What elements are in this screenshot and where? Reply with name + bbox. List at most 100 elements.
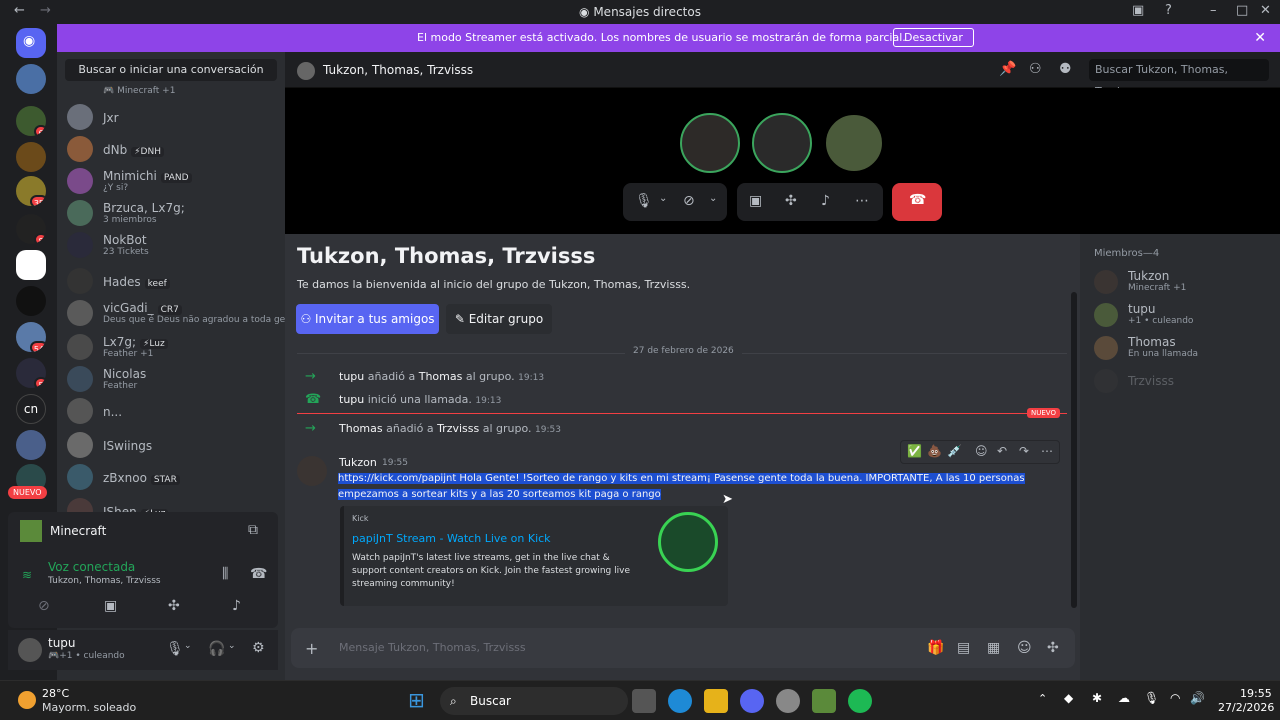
embed-thumbnail[interactable] <box>658 512 718 572</box>
message-author[interactable]: Tukzon <box>339 456 377 469</box>
new-unreads-pill[interactable]: NUEVO <box>8 486 47 499</box>
server-icon[interactable]: 8 <box>16 214 46 244</box>
voice-status[interactable]: Voz conectada <box>48 560 135 574</box>
dm-item[interactable]: NokBot 23 Tickets <box>67 230 277 262</box>
discord-taskbar-icon[interactable] <box>740 689 764 713</box>
check-reaction-icon[interactable]: ✅ <box>907 444 922 458</box>
server-icon[interactable]: 6 <box>16 106 46 136</box>
reply-icon[interactable]: ↶ <box>997 444 1007 458</box>
dm-item[interactable]: Jxr <box>67 102 277 134</box>
server-icon[interactable]: 54 <box>16 322 46 352</box>
chevron-up-icon[interactable]: ⌃ <box>1038 692 1047 705</box>
activities-icon[interactable]: ✣ <box>168 598 180 614</box>
server-icon[interactable] <box>16 142 46 172</box>
dm-item[interactable]: n... <box>67 396 277 428</box>
message-input[interactable]: + Mensaje Tukzon, Thomas, Trzvisss 🎁 ▤ ▦… <box>291 628 1075 668</box>
settings-gear-icon[interactable]: ⚙ <box>252 640 265 656</box>
sticker-icon[interactable]: ▦ <box>987 640 1000 656</box>
gift-icon[interactable]: 🎁 <box>927 640 944 656</box>
server-icon[interactable]: 5 <box>16 358 46 388</box>
add-attachment-icon[interactable]: + <box>305 639 318 658</box>
avatar[interactable] <box>297 456 327 486</box>
disable-streamer-button[interactable]: Desactivar <box>893 28 974 47</box>
dm-item[interactable]: Hades keef <box>67 266 277 298</box>
apps-icon[interactable]: ✣ <box>1047 640 1059 656</box>
soundboard-icon[interactable]: ♪ <box>232 598 241 614</box>
member-item[interactable]: Trzvisss <box>1094 367 1274 397</box>
minecraft-taskbar-icon[interactable] <box>812 689 836 713</box>
reaction-icon[interactable]: 💉 <box>947 444 962 458</box>
member-item[interactable]: tupu +1 • culeando <box>1094 301 1274 331</box>
participant-avatar[interactable] <box>824 113 884 173</box>
spotify-icon[interactable] <box>848 689 872 713</box>
taskbar-search[interactable]: ⌕ Buscar <box>440 687 628 715</box>
server-icon[interactable] <box>16 430 46 460</box>
scrollbar[interactable] <box>1071 292 1077 608</box>
embed-title[interactable]: papiJnT Stream - Watch Live on Kick <box>352 532 551 545</box>
inbox-icon[interactable]: ▣ <box>1132 3 1144 18</box>
voice-server-name[interactable]: Minecraft <box>50 524 106 538</box>
help-icon[interactable]: ? <box>1165 3 1172 18</box>
more-icon[interactable]: ⋯ <box>855 193 869 209</box>
microphone-icon[interactable]: 🎙 <box>166 641 184 657</box>
dm-item[interactable]: ISwiings <box>67 430 277 462</box>
screen-share-icon[interactable]: ▣ <box>749 193 762 209</box>
tray-icon[interactable]: ◆ <box>1064 691 1073 705</box>
header-title[interactable]: Tukzon, Thomas, Trzvisss <box>323 63 473 77</box>
dm-search-input[interactable]: Buscar o iniciar una conversación <box>65 59 277 81</box>
chevron-down-icon[interactable]: ⌄ <box>709 193 717 204</box>
microphone-icon[interactable]: 🎙 <box>635 193 653 209</box>
forward-icon[interactable]: ↷ <box>1019 444 1029 458</box>
noise-suppression-icon[interactable]: ⫼ <box>222 566 228 582</box>
chevron-down-icon[interactable]: ⌄ <box>659 193 667 204</box>
chevron-down-icon[interactable]: ⌄ <box>184 641 192 651</box>
minimize-icon[interactable]: – <box>1210 3 1217 18</box>
more-icon[interactable]: ⋯ <box>1041 444 1053 458</box>
server-icon[interactable] <box>16 286 46 316</box>
chevron-down-icon[interactable]: ⌄ <box>228 641 236 651</box>
weather-icon[interactable] <box>18 691 36 709</box>
disconnect-icon[interactable]: ☎ <box>250 566 267 582</box>
task-view-icon[interactable] <box>632 689 656 713</box>
member-item[interactable]: Thomas En una llamada <box>1094 334 1274 364</box>
windows-start-icon[interactable]: ⊞ <box>408 688 425 712</box>
camera-off-icon[interactable]: ⊘ <box>683 193 695 209</box>
volume-icon[interactable]: 🔊 <box>1190 691 1205 705</box>
end-call-button[interactable]: ☎ <box>892 183 942 221</box>
maximize-icon[interactable]: □ <box>1236 3 1248 18</box>
member-item[interactable]: Tukzon Minecraft +1 <box>1094 268 1274 298</box>
emoji-icon[interactable]: ☺ <box>1017 640 1032 656</box>
dm-item[interactable]: Mnimichi PAND ¿Y si? <box>67 166 277 198</box>
home-dm-button[interactable]: ◉ <box>16 28 46 58</box>
dm-item[interactable]: dNb ⚡DNH <box>67 134 277 166</box>
soundboard-icon[interactable]: ♪ <box>821 193 830 209</box>
dm-item[interactable]: Brzuca, Lx7g; 3 miembros <box>67 198 277 230</box>
screen-share-icon[interactable]: ⧉ <box>248 522 258 538</box>
server-icon[interactable]: 35 <box>16 176 46 206</box>
camera-off-icon[interactable]: ⊘ <box>38 598 50 614</box>
clock-date[interactable]: 27/2/2026 <box>1218 701 1274 714</box>
file-explorer-icon[interactable] <box>704 689 728 713</box>
cloud-icon[interactable]: ☁ <box>1118 691 1130 705</box>
avatar[interactable] <box>18 638 42 662</box>
dm-item[interactable]: Nicolas Feather <box>67 364 277 396</box>
gif-icon[interactable]: ▤ <box>957 640 970 656</box>
header-search-input[interactable]: Buscar Tukzon, Thomas, Trzvisss⌕ <box>1089 59 1269 98</box>
clock-time[interactable]: 19:55 <box>1240 687 1272 700</box>
invite-friends-button[interactable]: ⚇ Invitar a tus amigos <box>296 304 439 334</box>
wifi-icon[interactable]: ◠ <box>1170 691 1180 705</box>
edge-icon[interactable] <box>668 689 692 713</box>
edit-group-button[interactable]: ✎ Editar grupo <box>446 304 552 334</box>
screen-share-icon[interactable]: ▣ <box>104 598 117 614</box>
message-line[interactable]: https://kick.com/papijnt Hola Gente! !So… <box>338 473 1025 484</box>
add-reaction-icon[interactable]: ☺ <box>975 444 988 458</box>
server-icon[interactable] <box>16 250 46 280</box>
tray-icon[interactable]: ✱ <box>1092 691 1102 705</box>
dm-item[interactable]: vicGadi_ CR7 Deus que é Deus não agradou a… <box>67 298 285 330</box>
close-banner-icon[interactable]: ✕ <box>1254 30 1266 46</box>
headphones-icon[interactable]: 🎧 <box>208 641 225 657</box>
dm-item[interactable]: Lx7g; ⚡Luz Feather +1 <box>67 332 277 364</box>
reaction-icon[interactable]: 💩 <box>927 444 942 458</box>
message-line[interactable]: empezamos a sortear kits y a las 20 sort… <box>338 489 661 500</box>
participant-avatar[interactable] <box>680 113 740 173</box>
